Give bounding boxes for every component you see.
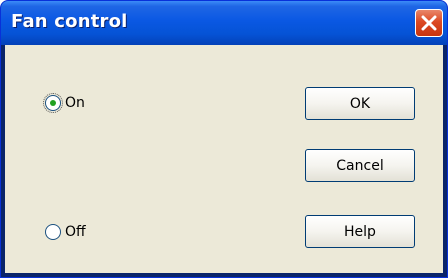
ok-button[interactable]: OK <box>305 87 415 120</box>
radio-on[interactable]: On <box>43 93 85 113</box>
radio-off-circle[interactable] <box>45 224 61 240</box>
radio-off-label[interactable]: Off <box>65 224 86 240</box>
dialog-body: On Off OK Cancel Help <box>5 45 443 273</box>
title-bar[interactable]: Fan control <box>1 1 447 45</box>
close-button[interactable] <box>415 9 443 37</box>
radio-on-circle[interactable] <box>43 93 63 113</box>
window-title: Fan control <box>11 11 128 32</box>
radio-off[interactable]: Off <box>45 224 86 240</box>
help-button[interactable]: Help <box>305 215 415 248</box>
cancel-button[interactable]: Cancel <box>305 149 415 182</box>
close-icon <box>421 15 437 31</box>
radio-on-label[interactable]: On <box>65 95 85 111</box>
fan-control-dialog: Fan control On Off OK Cancel Help <box>0 0 448 278</box>
radio-selected-dot <box>50 100 56 106</box>
